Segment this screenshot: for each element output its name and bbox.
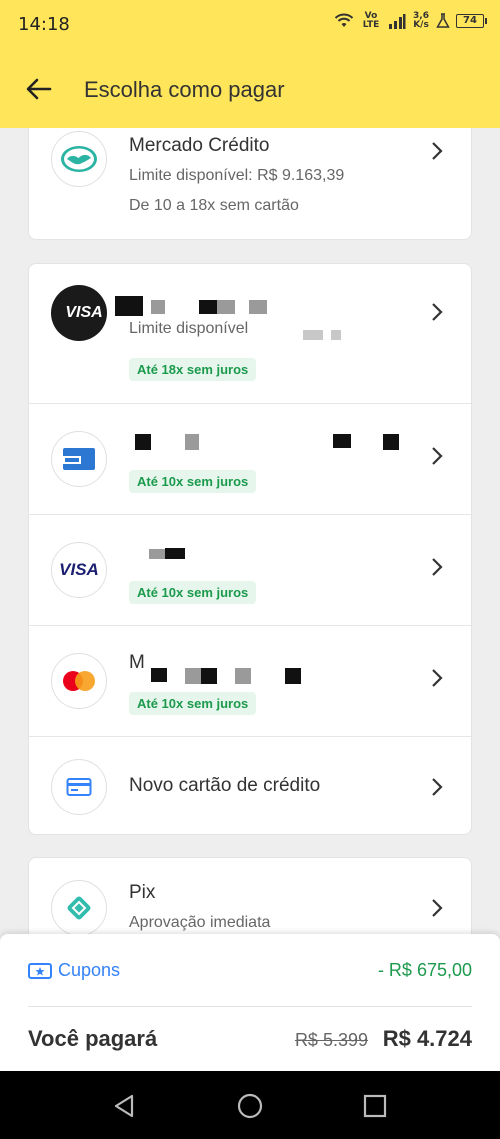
speed-unit: K/s [413, 20, 429, 30]
wifi-icon [334, 13, 354, 27]
redacted-text [383, 434, 399, 450]
redacted-text [135, 434, 151, 450]
saved-card-row-visa-dark[interactable]: VISA Limite disponível Até 18x sem juros [29, 264, 471, 403]
saved-card-row-mastercard[interactable]: M Até 10x sem juros [29, 625, 471, 736]
chevron-right-icon [432, 142, 443, 160]
handshake-icon [51, 131, 107, 187]
system-nav-bar [0, 1071, 500, 1139]
signal-icon [389, 14, 406, 29]
redacted-text [115, 296, 143, 316]
nav-home-icon[interactable] [235, 1091, 265, 1121]
credit-card-icon [51, 759, 107, 815]
chevron-right-icon [432, 778, 443, 796]
redacted-text [151, 668, 167, 682]
arrow-left-icon[interactable] [24, 74, 54, 104]
status-bar: 14:18 Vo LTE 3,6 K/s 74 [0, 0, 500, 50]
redacted-text [201, 668, 217, 684]
redacted-text [185, 668, 201, 684]
nav-back-icon[interactable] [110, 1091, 140, 1121]
redacted-text [165, 548, 185, 559]
amex-icon [51, 431, 107, 487]
ticket-star-icon [28, 962, 52, 979]
saved-card-row-visa[interactable]: VISA Até 10x sem juros [29, 514, 471, 625]
visa-icon: VISA [51, 542, 107, 598]
redacted-text [303, 330, 323, 340]
redacted-text [185, 434, 199, 450]
visa-dark-icon: VISA [51, 285, 107, 341]
card-limit-label: Limite disponível [129, 320, 249, 337]
you-pay-label: Você pagará [28, 1026, 158, 1051]
data-speed: 3,6 K/s [412, 12, 430, 30]
installments-badge: Até 18x sem juros [129, 358, 257, 381]
coupons-discount: - R$ 675,00 [377, 960, 472, 980]
mercado-credito-card[interactable]: Mercado Crédito Limite disponível: R$ 9.… [28, 128, 472, 240]
coupons-link[interactable]: Cupons [28, 960, 120, 981]
new-credit-card-row[interactable]: Novo cartão de crédito [29, 736, 471, 836]
new-credit-card-label: Novo cartão de crédito [129, 775, 321, 796]
final-price: R$ 4.724 [382, 1026, 472, 1051]
chevron-right-icon [432, 558, 443, 576]
redacted-text [285, 668, 301, 684]
pix-icon [51, 880, 107, 934]
app-bar: Escolha como pagar [0, 50, 500, 128]
saved-card-row-amex[interactable]: Até 10x sem juros [29, 403, 471, 514]
coupons-label: Cupons [58, 960, 121, 980]
redacted-text [199, 300, 217, 314]
installments-badge: Até 10x sem juros [129, 581, 257, 604]
chevron-right-icon [432, 303, 443, 321]
divider [28, 1006, 472, 1007]
pix-card[interactable]: Pix Aprovação imediata [28, 857, 472, 934]
redacted-text [235, 668, 251, 684]
payment-methods-list[interactable]: Mercado Crédito Limite disponível: R$ 9.… [0, 128, 500, 934]
chevron-right-icon [432, 447, 443, 465]
mastercard-icon [51, 653, 107, 709]
visa-brand: VISA [59, 560, 99, 579]
redacted-text [151, 300, 165, 314]
status-icons: Vo LTE 3,6 K/s 74 [334, 11, 487, 30]
battery-indicator: 74 [456, 14, 487, 28]
original-price: R$ 5.399 [294, 1030, 368, 1050]
redacted-text [333, 434, 351, 448]
payment-summary: Cupons - R$ 675,00 Você pagará R$ 5.399 … [0, 934, 500, 1071]
flask-icon [436, 13, 450, 28]
chevron-right-icon [432, 669, 443, 687]
page-title: Escolha como pagar [84, 77, 285, 102]
redacted-text [249, 300, 267, 314]
mercado-credito-limit: Limite disponível: R$ 9.163,39 [129, 167, 345, 184]
nav-recents-icon[interactable] [360, 1091, 390, 1121]
visa-dark-brand: VISA [65, 304, 103, 321]
network-label: Vo LTE [362, 11, 380, 30]
mastercard-title-initial: M [129, 652, 145, 673]
installments-badge: Até 10x sem juros [129, 470, 257, 493]
chevron-right-icon [432, 899, 443, 917]
pix-title: Pix [129, 882, 156, 903]
pix-subtitle: Aprovação imediata [129, 914, 271, 931]
mercado-credito-title: Mercado Crédito [129, 135, 270, 156]
clock: 14:18 [18, 14, 70, 35]
installments-badge: Até 10x sem juros [129, 692, 257, 715]
mercado-credito-installments: De 10 a 18x sem cartão [129, 197, 299, 214]
redacted-text [331, 330, 341, 340]
redacted-text [217, 300, 235, 314]
credit-cards-card: VISA Limite disponível Até 18x sem juros [28, 263, 472, 835]
